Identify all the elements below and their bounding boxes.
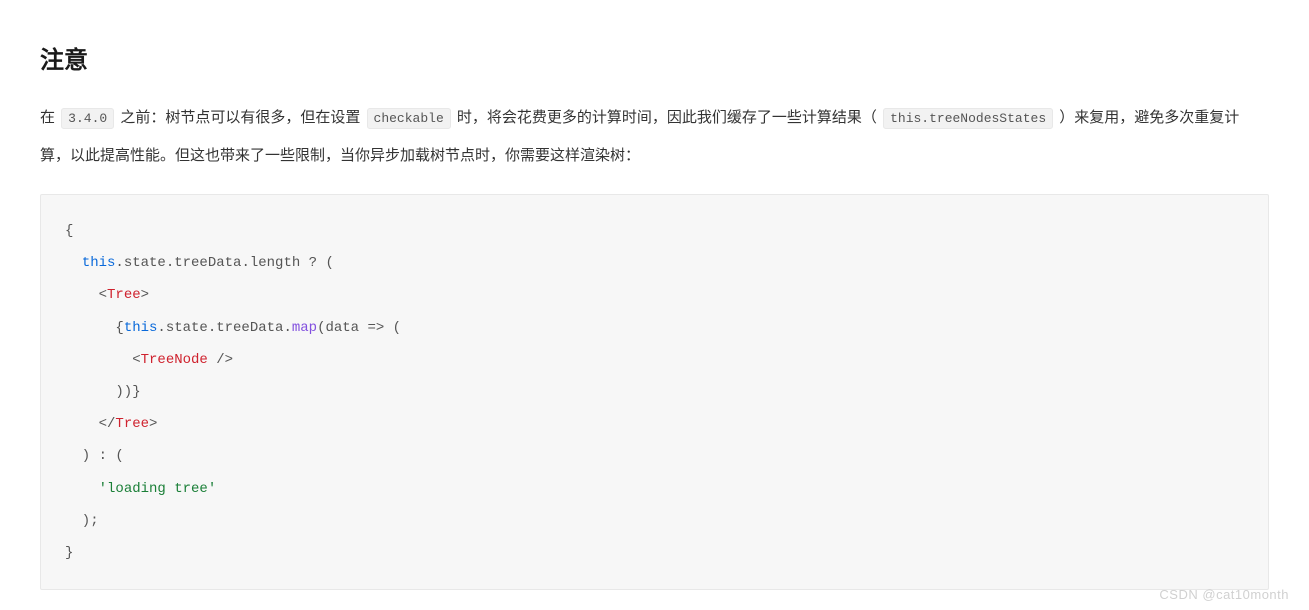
code-text: .state.treeData.: [157, 320, 291, 336]
code-tag-tree: Tree: [107, 287, 141, 303]
code-text: <: [65, 287, 107, 303]
code-string: 'loading tree': [99, 481, 217, 497]
text-segment: 时，将会花费更多的计算时间，因此我们缓存了一些计算结果（: [453, 109, 881, 126]
code-text: (data => (: [317, 320, 401, 336]
code-text: </: [65, 416, 115, 432]
code-text: />: [208, 352, 233, 368]
description-paragraph: 在 3.4.0 之前：树节点可以有很多，但在设置 checkable 时，将会花…: [40, 99, 1269, 174]
code-line: }: [65, 545, 73, 561]
code-indent: [65, 255, 82, 271]
inline-code-treenodesstates: this.treeNodesStates: [883, 108, 1053, 129]
code-line: );: [65, 513, 99, 529]
code-keyword-this: this: [124, 320, 158, 336]
code-function-map: map: [292, 320, 317, 336]
code-text: {: [65, 320, 124, 336]
code-tag-tree: Tree: [115, 416, 149, 432]
code-text: <: [65, 352, 141, 368]
code-example-block: { this.state.treeData.length ? ( <Tree> …: [40, 194, 1269, 590]
code-text: >: [141, 287, 149, 303]
code-text: >: [149, 416, 157, 432]
inline-code-version: 3.4.0: [61, 108, 114, 129]
code-tag-treenode: TreeNode: [141, 352, 208, 368]
text-segment: 在: [40, 109, 59, 126]
section-heading: 注意: [40, 40, 1269, 75]
code-line: {: [65, 223, 73, 239]
code-line: ) : (: [65, 448, 124, 464]
code-indent: [65, 481, 99, 497]
code-keyword-this: this: [82, 255, 116, 271]
text-segment: 之前：树节点可以有很多，但在设置: [116, 109, 364, 126]
code-line: ))}: [65, 384, 141, 400]
code-text: .state.treeData.length ? (: [115, 255, 333, 271]
inline-code-checkable: checkable: [367, 108, 451, 129]
